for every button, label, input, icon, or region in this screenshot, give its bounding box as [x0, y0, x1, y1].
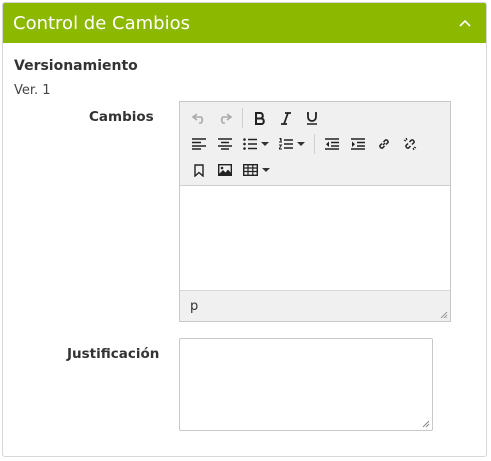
numbered-list-icon: [279, 138, 293, 150]
resize-grip-icon[interactable]: [440, 311, 448, 319]
link-icon: [379, 139, 389, 149]
table-icon: [242, 164, 258, 176]
link-button[interactable]: [371, 132, 397, 156]
redo-button[interactable]: [212, 106, 238, 130]
italic-icon: [281, 111, 291, 125]
undo-icon: [192, 113, 204, 124]
align-left-button[interactable]: [186, 132, 212, 156]
bookmark-button[interactable]: [186, 158, 212, 182]
italic-button[interactable]: [273, 106, 299, 130]
editor-toolbar: [180, 102, 450, 186]
panel-title: Control de Cambios: [13, 12, 190, 34]
align-left-icon: [192, 138, 206, 150]
version-text: Ver. 1: [14, 83, 51, 98]
outdent-button[interactable]: [319, 132, 345, 156]
bullet-list-button[interactable]: [238, 132, 274, 156]
chevron-up-icon: [459, 19, 471, 27]
image-icon: [218, 164, 232, 176]
unlink-icon: [403, 137, 417, 151]
dropdown-caret-icon: [297, 142, 305, 146]
section-heading: Versionamiento: [14, 58, 138, 74]
underline-icon: [307, 112, 317, 125]
toolbar-separator: [314, 134, 315, 154]
unlink-button[interactable]: [397, 132, 423, 156]
resize-grip-icon[interactable]: [422, 420, 430, 428]
element-path[interactable]: p: [190, 299, 198, 314]
justificacion-textarea[interactable]: [179, 338, 433, 431]
indent-icon: [351, 138, 365, 150]
dropdown-caret-icon: [261, 168, 270, 172]
outdent-icon: [325, 138, 339, 150]
editor-content-area[interactable]: [180, 186, 450, 290]
redo-icon: [220, 113, 232, 124]
control-de-cambios-panel: Control de Cambios Versionamiento Ver. 1…: [2, 2, 487, 457]
table-button[interactable]: [238, 158, 274, 182]
numbered-list-button[interactable]: [274, 132, 310, 156]
bold-icon: [255, 111, 265, 125]
image-button[interactable]: [212, 158, 238, 182]
dropdown-caret-icon: [261, 142, 269, 146]
underline-button[interactable]: [299, 106, 325, 130]
undo-button[interactable]: [186, 106, 212, 130]
editor-statusbar: p: [180, 290, 450, 321]
cambios-label: Cambios: [89, 109, 154, 125]
rich-text-editor: p: [179, 101, 451, 322]
bullet-list-icon: [243, 138, 257, 150]
justificacion-label: Justificación: [67, 346, 160, 362]
bold-button[interactable]: [247, 106, 273, 130]
toolbar-separator: [242, 108, 243, 128]
indent-button[interactable]: [345, 132, 371, 156]
collapse-button[interactable]: [456, 14, 474, 32]
panel-header: Control de Cambios: [3, 3, 486, 43]
align-center-icon: [218, 138, 232, 150]
bookmark-icon: [194, 163, 204, 177]
align-center-button[interactable]: [212, 132, 238, 156]
